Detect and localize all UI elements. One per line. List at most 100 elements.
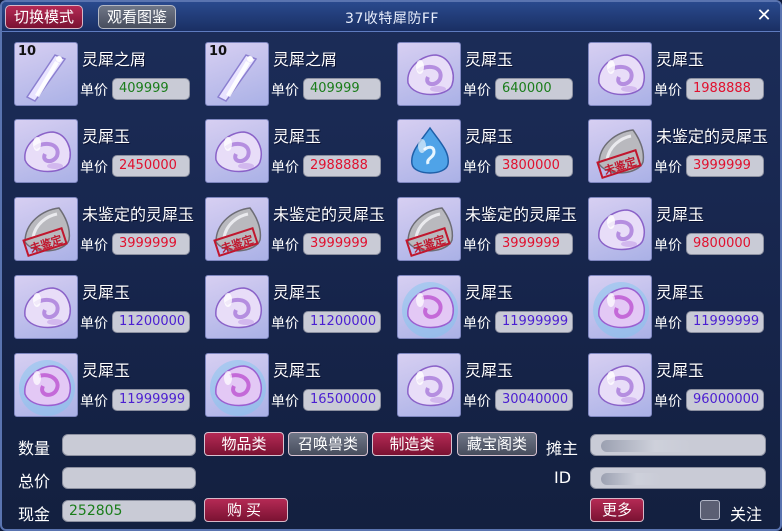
jade-blue-icon[interactable] <box>397 119 461 183</box>
stall-item[interactable]: 灵犀玉 单价 16500000 <box>205 353 390 419</box>
price-label: 单价 <box>463 238 491 254</box>
id-label: ID <box>554 468 572 487</box>
item-name: 灵犀玉 <box>273 127 322 146</box>
quantity-input[interactable] <box>62 434 196 456</box>
price-label: 单价 <box>463 316 491 332</box>
stall-item[interactable]: 灵犀玉 单价 9800000 <box>588 197 773 263</box>
item-price: 3999999 <box>686 155 764 177</box>
jade-purple-icon[interactable] <box>588 197 652 261</box>
item-name: 灵犀玉 <box>82 361 131 380</box>
id-field <box>590 467 766 489</box>
price-label: 单价 <box>80 238 108 254</box>
total-price-field <box>62 467 196 489</box>
item-price: 409999 <box>303 78 381 100</box>
owner-field <box>590 434 766 456</box>
unidentified-icon[interactable]: 未鉴定 <box>14 197 78 261</box>
stall-item[interactable]: 灵犀玉 单价 11999999 <box>397 275 582 341</box>
stall-item[interactable]: 灵犀玉单价 11200000 <box>14 275 199 341</box>
item-price: 16500000 <box>303 389 381 411</box>
switch-mode-button[interactable]: 切换模式 <box>5 5 84 29</box>
shard-icon[interactable]: 10 <box>14 42 78 106</box>
follow-label: 关注 <box>730 505 763 524</box>
cash-field: 252805 <box>62 500 196 522</box>
stall-item[interactable]: 未鉴定 未鉴定的灵犀玉 单价 3999999 <box>588 119 773 185</box>
title-bar: 切换模式 观看图鉴 37收特犀防FF ✕ <box>2 2 780 32</box>
shard-icon[interactable]: 10 <box>205 42 269 106</box>
category-pets-button[interactable]: 召唤兽类 <box>288 432 368 456</box>
unidentified-icon[interactable]: 未鉴定 <box>205 197 269 261</box>
item-price: 3999999 <box>112 233 190 255</box>
stall-item[interactable]: 10 灵犀之屑 单价 409999 <box>205 42 390 108</box>
price-label: 单价 <box>271 394 299 410</box>
unidentified-icon[interactable]: 未鉴定 <box>588 119 652 183</box>
item-price: 640000 <box>495 78 573 100</box>
stall-item[interactable]: 10 灵犀之屑 单价 409999 <box>14 42 199 108</box>
price-label: 单价 <box>463 160 491 176</box>
id-redacted <box>601 473 661 485</box>
jade-purple-icon[interactable] <box>205 119 269 183</box>
item-price: 11200000 <box>303 311 381 333</box>
item-name: 灵犀玉 <box>82 283 131 302</box>
stall-item[interactable]: 灵犀玉 单价 1988888 <box>588 42 773 108</box>
item-price: 96000000 <box>686 389 764 411</box>
close-icon[interactable]: ✕ <box>754 6 774 26</box>
price-label: 单价 <box>80 316 108 332</box>
jade-purple-icon[interactable] <box>397 353 461 417</box>
jade-purple-icon[interactable] <box>205 275 269 339</box>
cash-label: 现金 <box>18 505 51 524</box>
stall-item[interactable]: 灵犀玉 单价 3800000 <box>397 119 582 185</box>
stall-item[interactable]: 灵犀玉 单价 30040000 <box>397 353 582 419</box>
unidentified-icon[interactable]: 未鉴定 <box>397 197 461 261</box>
price-label: 单价 <box>654 238 682 254</box>
item-name: 未鉴定的灵犀玉 <box>465 205 578 224</box>
item-price: 2988888 <box>303 155 381 177</box>
jade-glow-icon[interactable] <box>205 353 269 417</box>
item-grid: 10 灵犀之屑 单价 409999 10 灵犀之屑 单价 409999 灵犀玉 单价 640000 灵… <box>14 42 780 422</box>
item-name: 灵犀玉 <box>465 50 514 69</box>
item-name: 未鉴定的灵犀玉 <box>82 205 195 224</box>
stall-item[interactable]: 灵犀玉 单价 11999999 <box>588 275 773 341</box>
category-items-button[interactable]: 物品类 <box>204 432 284 456</box>
item-price: 3999999 <box>495 233 573 255</box>
more-button[interactable]: 更多 <box>590 498 644 522</box>
buy-button[interactable]: 购买 <box>204 498 288 522</box>
jade-glow-icon[interactable] <box>588 275 652 339</box>
jade-purple-icon[interactable] <box>14 275 78 339</box>
jade-purple-icon[interactable] <box>588 42 652 106</box>
item-name: 未鉴定的灵犀玉 <box>656 127 769 146</box>
follow-checkbox[interactable] <box>700 500 720 520</box>
stall-item[interactable]: 灵犀玉 单价 640000 <box>397 42 582 108</box>
price-label: 单价 <box>271 238 299 254</box>
owner-redacted <box>601 440 691 452</box>
stall-item[interactable]: 未鉴定 未鉴定的灵犀玉 单价 3999999 <box>397 197 582 263</box>
price-label: 单价 <box>654 83 682 99</box>
jade-purple-icon[interactable] <box>397 42 461 106</box>
item-name: 灵犀玉 <box>465 283 514 302</box>
item-price: 30040000 <box>495 389 573 411</box>
item-name: 灵犀玉 <box>656 50 705 69</box>
stall-item[interactable]: 未鉴定 未鉴定的灵犀玉 单价 3999999 <box>205 197 390 263</box>
price-label: 单价 <box>80 394 108 410</box>
item-name: 灵犀玉 <box>656 283 705 302</box>
price-label: 单价 <box>654 316 682 332</box>
category-treasure-button[interactable]: 藏宝阁类 <box>457 432 537 456</box>
item-price: 3800000 <box>495 155 573 177</box>
owner-label: 摊主 <box>546 439 579 458</box>
stall-item[interactable]: 灵犀玉 单价 11999999 <box>14 353 199 419</box>
stall-item[interactable]: 未鉴定 未鉴定的灵犀玉 单价 3999999 <box>14 197 199 263</box>
item-quantity: 10 <box>18 44 37 59</box>
item-name: 灵犀之屑 <box>82 50 147 69</box>
stall-item[interactable]: 灵犀玉 单价 2450000 <box>14 119 199 185</box>
category-crafting-button[interactable]: 制造类 <box>372 432 452 456</box>
item-price: 11200000 <box>112 311 190 333</box>
jade-purple-icon[interactable] <box>14 119 78 183</box>
jade-purple-icon[interactable] <box>588 353 652 417</box>
jade-glow-icon[interactable] <box>397 275 461 339</box>
stall-item[interactable]: 灵犀玉 单价 11200000 <box>205 275 390 341</box>
stall-item[interactable]: 灵犀玉 单价 2988888 <box>205 119 390 185</box>
stall-item[interactable]: 灵犀玉 单价 96000000 <box>588 353 773 419</box>
view-catalog-button[interactable]: 观看图鉴 <box>98 5 177 29</box>
jade-glow-icon[interactable] <box>14 353 78 417</box>
quantity-label: 数量 <box>18 439 51 458</box>
item-name: 灵犀玉 <box>82 127 131 146</box>
